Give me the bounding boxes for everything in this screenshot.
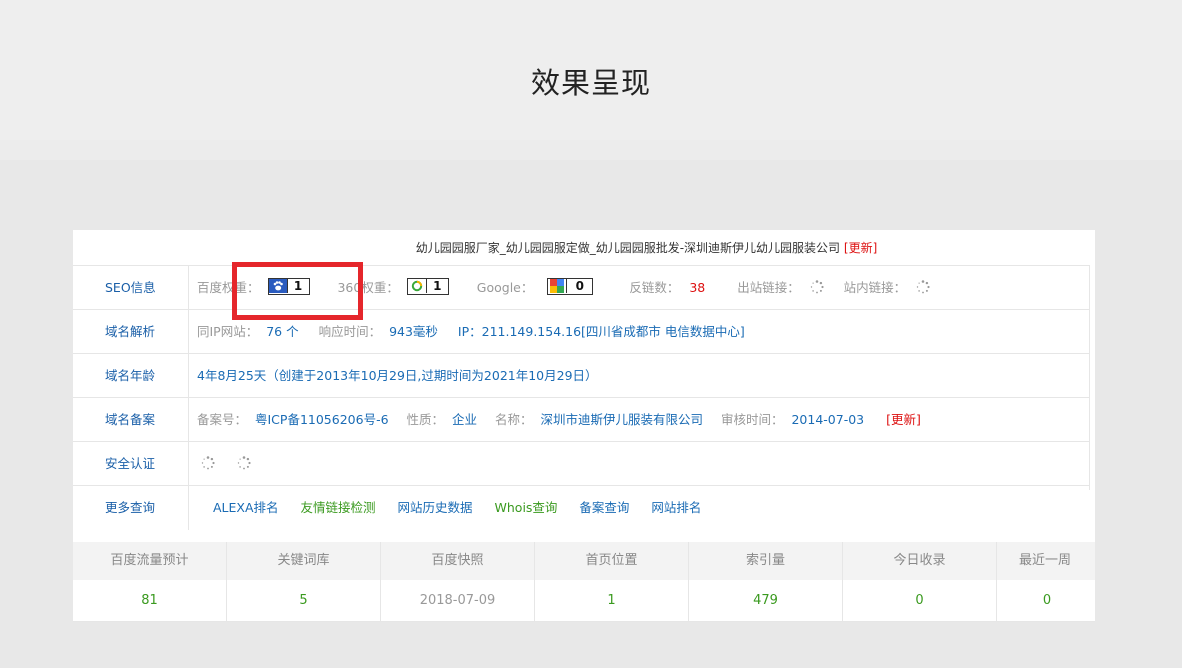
age-content: 4年8月25天（创建于2013年10月29日,过期时间为2021年10月29日） [197,354,598,398]
age-row: 域名年龄 4年8月25天（创建于2013年10月29日,过期时间为2021年10… [73,354,1090,398]
backlinks-value[interactable]: 38 [689,280,705,295]
google-label: Google： [476,280,534,295]
icp-nature-value: 企业 [452,412,478,427]
stats-header-cell: 首页位置 [535,542,689,580]
seo-label: SEO信息 [73,266,189,310]
stats-header-cell: 最近一周 [1019,553,1072,568]
google-logo-icon [548,279,566,293]
panel-right-border [1089,266,1090,490]
icp-audit-value: 2014-07-03 [791,412,865,427]
outbound-links-label: 出站链接： [737,280,800,295]
stats-value-cell[interactable]: 0 [843,580,997,622]
alexa-rank-link[interactable]: ALEXA排名 [213,500,279,515]
whois-link[interactable]: Whois查询 [495,500,558,515]
icp-number-label: 备案号： [197,412,248,427]
icp-label: 域名备案 [73,398,189,442]
stats-value-cell[interactable]: 5 [227,580,381,622]
same-ip-value[interactable]: 76 个 [266,324,298,339]
stats-header-cell: 索引量 [689,542,843,580]
icp-number-value[interactable]: 粤ICP备11056206号-6 [255,412,389,427]
stats-table: 百度流量预计 关键词库 百度快照 首页位置 索引量 今日收录 最近一周 81 5… [73,542,1095,622]
site-rank-link[interactable]: 网站排名 [651,500,701,515]
security-label: 安全认证 [73,442,189,486]
stats-value-cell[interactable]: 1 [535,580,689,622]
stats-header-cell: 关键词库 [227,542,381,580]
ip-address[interactable]: IP：211.149.154.16[四川省成都市 电信数据中心] [458,324,745,339]
internal-links-label: 站内链接： [843,280,907,295]
icp-name-value: 深圳市迪斯伊儿服装有限公司 [540,412,704,427]
stats-header-cell: 百度流量预计 [73,542,227,580]
highlight-box [232,262,363,320]
dns-label: 域名解析 [73,310,189,354]
stats-value-row: 81 5 2018-07-09 1 479 0 0 [73,580,1095,622]
age-label: 域名年龄 [73,354,189,398]
icp-name-label: 名称： [495,412,533,427]
response-time-label: 响应时间： [318,324,382,339]
site-title: 幼儿园园服厂家_幼儿园园服定做_幼儿园园服批发-深圳迪斯伊儿幼儿园服装公司 [415,241,841,255]
seo-panel: 幼儿园园服厂家_幼儿园园服定做_幼儿园园服批发-深圳迪斯伊儿幼儿园服装公司 [更… [73,230,1095,622]
loading-spinner-icon [237,455,251,469]
stats-header-cell: 百度快照 [381,542,535,580]
friend-link-check-link[interactable]: 友情链接检测 [301,500,376,515]
site-update-link[interactable]: [更新] [844,241,877,255]
more-row: 更多查询 ALEXA排名 友情链接检测 网站历史数据 Whois查询 备案查询 … [73,486,1090,530]
icp-query-link[interactable]: 备案查询 [579,500,629,515]
stats-value-cell: 2018-07-09 [381,580,535,622]
google-badge[interactable]: 0 [547,278,594,295]
loading-spinner-icon [916,279,930,293]
stats-header-row: 百度流量预计 关键词库 百度快照 首页位置 索引量 今日收录 最近一周 [73,542,1095,580]
loading-spinner-icon [201,455,215,469]
response-time-value: 943毫秒 [389,324,438,339]
google-value: 0 [566,279,593,293]
security-content [197,442,257,486]
stats-value-cell[interactable]: 0 [997,580,1095,622]
s360-weight-value: 1 [425,279,448,293]
icp-nature-label: 性质： [406,412,445,427]
icp-audit-label: 审核时间： [720,412,784,427]
domain-age-value: 4年8月25天（创建于2013年10月29日,过期时间为2021年10月29日） [197,368,598,383]
site-title-row: 幼儿园园服厂家_幼儿园园服定做_幼儿园园服批发-深圳迪斯伊儿幼儿园服装公司 [更… [73,230,1090,266]
s360-weight-badge[interactable]: 1 [406,278,449,295]
same-ip-label: 同IP网站： [197,324,259,339]
icp-row: 域名备案 备案号： 粤ICP备11056206号-6 性质： 企业 名称： 深圳… [73,398,1090,442]
loading-spinner-icon [810,279,824,293]
page-title: 效果呈现 [530,66,651,100]
icp-content: 备案号： 粤ICP备11056206号-6 性质： 企业 名称： 深圳市迪斯伊儿… [197,398,921,442]
stats-header-cell: 今日收录 [843,542,997,580]
history-data-link[interactable]: 网站历史数据 [398,500,473,515]
security-row: 安全认证 [73,442,1090,486]
icp-update-link[interactable]: [更新] [886,412,921,427]
s360-logo-icon [408,279,426,293]
dns-row: 域名解析 同IP网站： 76 个 响应时间： 943毫秒 IP：211.149.… [73,310,1090,354]
more-links: ALEXA排名 友情链接检测 网站历史数据 Whois查询 备案查询 网站排名 [213,486,719,530]
more-label: 更多查询 [73,486,189,530]
stats-value-cell[interactable]: 81 [73,580,227,622]
stats-value-cell[interactable]: 479 [689,580,843,622]
backlinks-label: 反链数： [629,280,680,295]
seo-row: SEO信息 百度权重： 1 360权重： 1 Google： 0 反链数： 38… [73,266,1090,310]
